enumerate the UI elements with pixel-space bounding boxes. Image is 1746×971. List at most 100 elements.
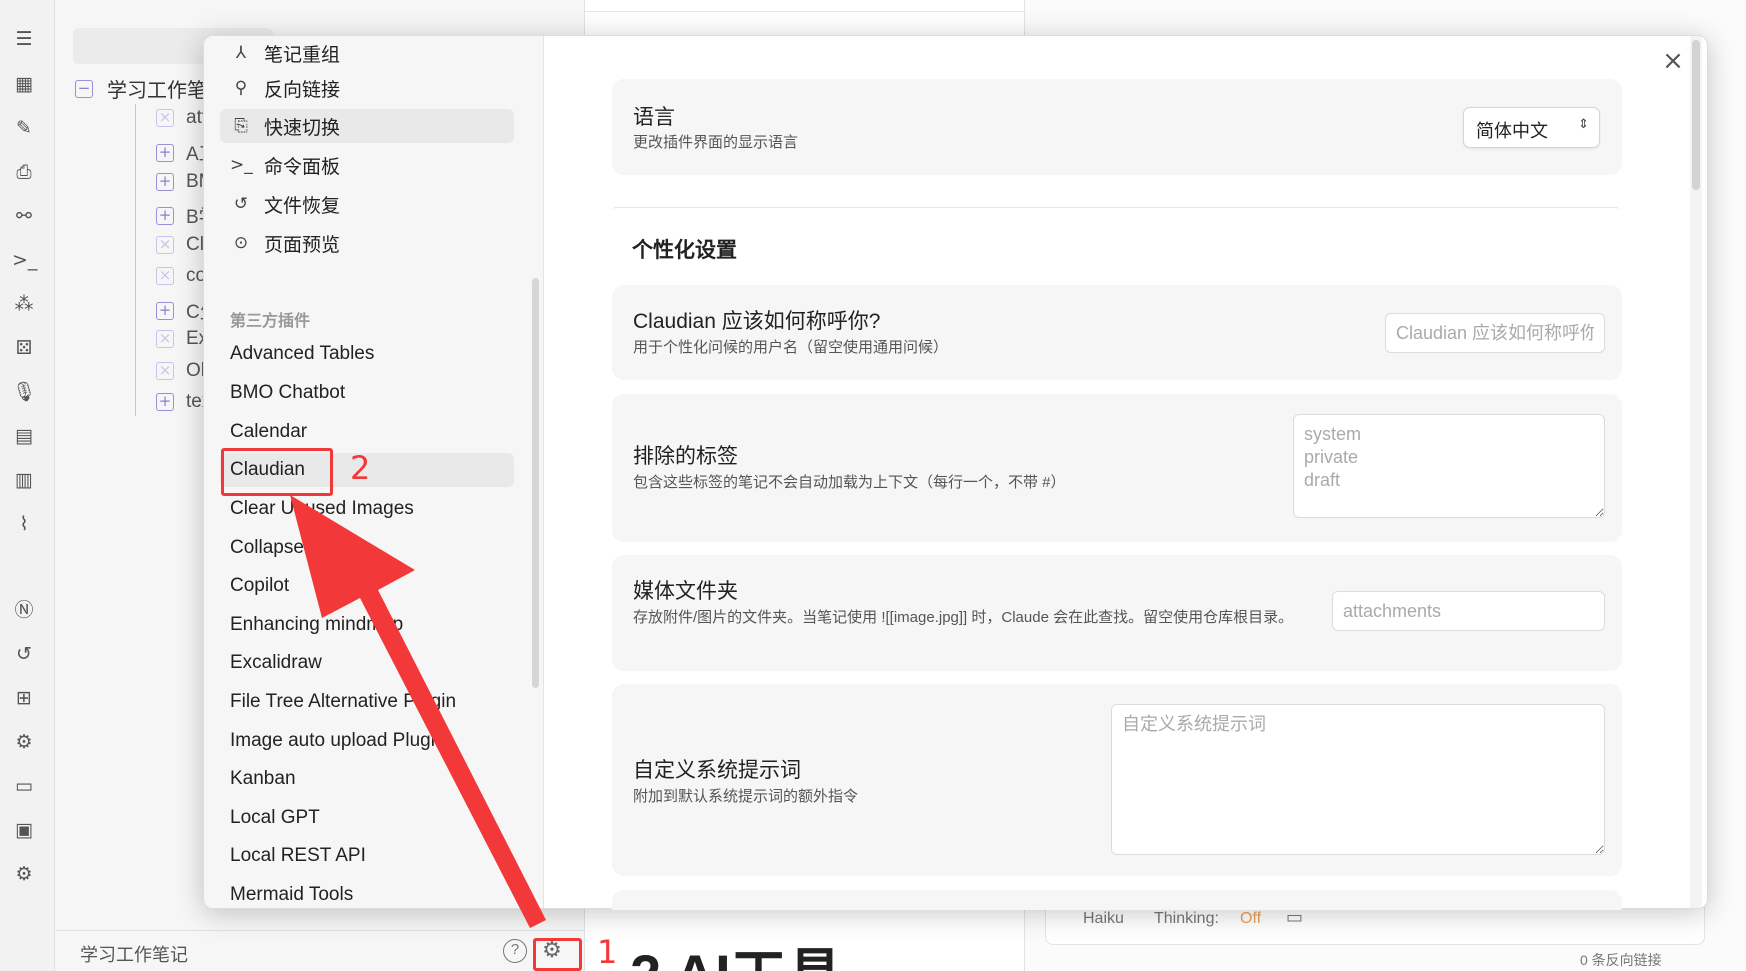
explorer-footer: 学习工作笔记 ? ⚙ xyxy=(55,930,585,971)
help-icon[interactable]: ? xyxy=(503,939,527,963)
language-select[interactable]: 简体中文 ⇕ xyxy=(1463,107,1600,148)
plugin-local-rest-api[interactable]: Local REST API xyxy=(220,839,514,873)
model-selector[interactable]: Haiku xyxy=(1083,910,1124,928)
nickname-input[interactable] xyxy=(1385,313,1605,353)
pen-icon[interactable]: ✎ xyxy=(12,116,36,140)
language-select-value: 简体中文 xyxy=(1476,121,1548,141)
left-ribbon: ☰ ▦ ✎ ⎙ ⚯ >_ ⁂ ⚄ 🎙 ▤ ▥ ⌇ Ⓝ ↺ ⊞ ⚙ ▭ ▣ ⚙ xyxy=(0,0,55,971)
graph-icon[interactable]: ⚯ xyxy=(12,204,36,228)
nav-scrollbar[interactable] xyxy=(532,278,539,688)
plugin-bmo-chatbot[interactable]: BMO Chatbot xyxy=(220,376,514,410)
chevron-updown-icon: ⇕ xyxy=(1578,117,1589,132)
setting-desc: 用于个性化问候的用户名（留空使用通用问候） xyxy=(633,339,949,356)
setting-name: 自定义系统提示词 xyxy=(633,759,801,782)
setting-name: 语言 xyxy=(633,106,675,129)
plugin-kanban[interactable]: Kanban xyxy=(220,762,514,796)
plugin-clear-unused-images[interactable]: Clear Unused Images xyxy=(220,492,514,526)
section-title-personalization: 个性化设置 xyxy=(632,239,737,262)
quick-switch-icon: ⎘ xyxy=(234,116,248,136)
section-divider xyxy=(612,207,1620,215)
expand-icon[interactable]: + xyxy=(156,173,174,191)
excluded-tags-textarea[interactable] xyxy=(1293,414,1605,518)
mic-icon[interactable]: 🎙 xyxy=(12,380,36,404)
nav-item-backlinks[interactable]: ⚲ 反向链接 xyxy=(220,71,514,105)
backlink-count[interactable]: 0 条反向链接 xyxy=(1580,950,1662,970)
content-scrollbar[interactable] xyxy=(1690,36,1702,908)
nav-item-label: 命令面板 xyxy=(264,156,341,178)
card-add-icon[interactable]: ⊞ xyxy=(12,686,36,710)
doc-search-icon[interactable]: ⎙ xyxy=(12,160,36,184)
nav-item-file-recovery[interactable]: ↺ 文件恢复 xyxy=(220,187,514,221)
nav-item-note-composer[interactable]: ⅄ 笔记重组 xyxy=(220,36,514,70)
undo-icon[interactable]: ↺ xyxy=(12,642,36,666)
expand-icon[interactable]: + xyxy=(156,143,174,162)
expand-icon[interactable]: + xyxy=(156,393,174,411)
plugin-copilot[interactable]: Copilot xyxy=(220,569,514,603)
file-icon: × xyxy=(156,267,174,285)
file-icon: × xyxy=(156,362,174,380)
nav-item-command-palette[interactable]: >_ 命令面板 xyxy=(220,148,514,182)
thinking-label: Thinking: xyxy=(1154,910,1219,927)
tree-root-folder[interactable]: − 学习工作笔 xyxy=(75,74,207,103)
plugin-mermaid-tools[interactable]: Mermaid Tools xyxy=(220,878,514,908)
plugin-image-auto-upload[interactable]: Image auto upload Plugin xyxy=(220,724,514,758)
setting-name: 媒体文件夹 xyxy=(633,580,738,603)
bot-icon[interactable]: ⚙ xyxy=(12,730,36,754)
layout-icon[interactable]: ▤ xyxy=(12,424,36,448)
media-folder-input[interactable] xyxy=(1332,591,1605,631)
thinking-toggle[interactable]: Off xyxy=(1240,910,1261,928)
preview-icon: ⊙ xyxy=(233,233,249,253)
console-icon[interactable]: ▣ xyxy=(12,818,36,842)
annotation-label-2: 2 xyxy=(350,449,371,487)
plugin-excalidraw[interactable]: Excalidraw xyxy=(220,646,514,680)
nav-item-label: 页面预览 xyxy=(264,234,341,256)
file-icon: × xyxy=(156,109,174,127)
binary-icon[interactable]: ⁂ xyxy=(12,292,36,316)
expand-icon[interactable]: + xyxy=(156,301,174,320)
terminal-icon: >_ xyxy=(230,155,253,175)
notion-icon[interactable]: Ⓝ xyxy=(12,598,36,622)
scrollbar-thumb[interactable] xyxy=(1692,40,1700,190)
annotation-label-1: 1 xyxy=(597,933,618,971)
plugin-enhancing-mindmap[interactable]: Enhancing mindmap xyxy=(220,608,514,642)
nav-item-label: 反向链接 xyxy=(264,79,341,101)
nav-item-label: 快速切换 xyxy=(264,117,341,139)
setting-next-card xyxy=(612,890,1622,910)
vault-switcher[interactable]: 学习工作笔记 xyxy=(80,941,188,967)
plugin-local-gpt[interactable]: Local GPT xyxy=(220,801,514,835)
setting-desc: 包含这些标签的笔记不会自动加载为上下文（每行一个，不带 #） xyxy=(633,474,1066,491)
robot-icon[interactable]: ⚙ xyxy=(12,862,36,886)
terminal-icon[interactable]: >_ xyxy=(12,248,37,272)
backlink-icon: ⚲ xyxy=(234,78,248,98)
setting-desc: 存放附件/图片的文件夹。当笔记使用 ![[image.jpg]] 时，Claud… xyxy=(633,609,1294,626)
files-icon[interactable]: ☰ xyxy=(12,27,36,51)
table-icon[interactable]: ▥ xyxy=(12,468,36,492)
close-icon[interactable]: × xyxy=(1658,46,1688,76)
chat-icon[interactable]: ▭ xyxy=(12,774,36,798)
grid-icon[interactable]: ▦ xyxy=(12,72,36,96)
tree-root-label: 学习工作笔 xyxy=(107,80,207,102)
nav-item-quick-switcher[interactable]: ⎘ 快速切换 xyxy=(220,109,514,143)
annotation-box-claudian xyxy=(221,448,333,496)
plugin-file-tree-alternative[interactable]: File Tree Alternative Plugin xyxy=(220,685,514,719)
dice-icon[interactable]: ⚄ xyxy=(12,336,36,360)
plugin-advanced-tables[interactable]: Advanced Tables xyxy=(220,337,514,371)
setting-name: Claudian 应该如何称呼你? xyxy=(633,310,881,333)
plugin-calendar[interactable]: Calendar xyxy=(220,415,514,449)
editor-tabbar xyxy=(585,0,1024,12)
history-icon: ↺ xyxy=(233,194,249,214)
merge-icon: ⅄ xyxy=(235,43,247,63)
collapse-icon[interactable]: − xyxy=(75,79,93,98)
system-prompt-textarea[interactable] xyxy=(1111,704,1605,855)
plugin-collapse[interactable]: Collapse xyxy=(220,531,514,565)
file-icon: × xyxy=(156,330,174,348)
file-icon: × xyxy=(156,236,174,254)
setting-desc: 附加到默认系统提示词的额外指令 xyxy=(633,788,859,805)
nav-section-third-party: 第三方插件 xyxy=(230,313,311,330)
expand-icon[interactable]: + xyxy=(156,206,174,225)
folder-icon[interactable]: ▭ xyxy=(1286,907,1303,928)
nav-item-page-preview[interactable]: ⊙ 页面预览 xyxy=(220,226,514,260)
setting-name: 排除的标签 xyxy=(633,445,738,468)
tree-guide-line xyxy=(135,104,136,416)
paperclip-icon[interactable]: ⌇ xyxy=(12,512,36,536)
